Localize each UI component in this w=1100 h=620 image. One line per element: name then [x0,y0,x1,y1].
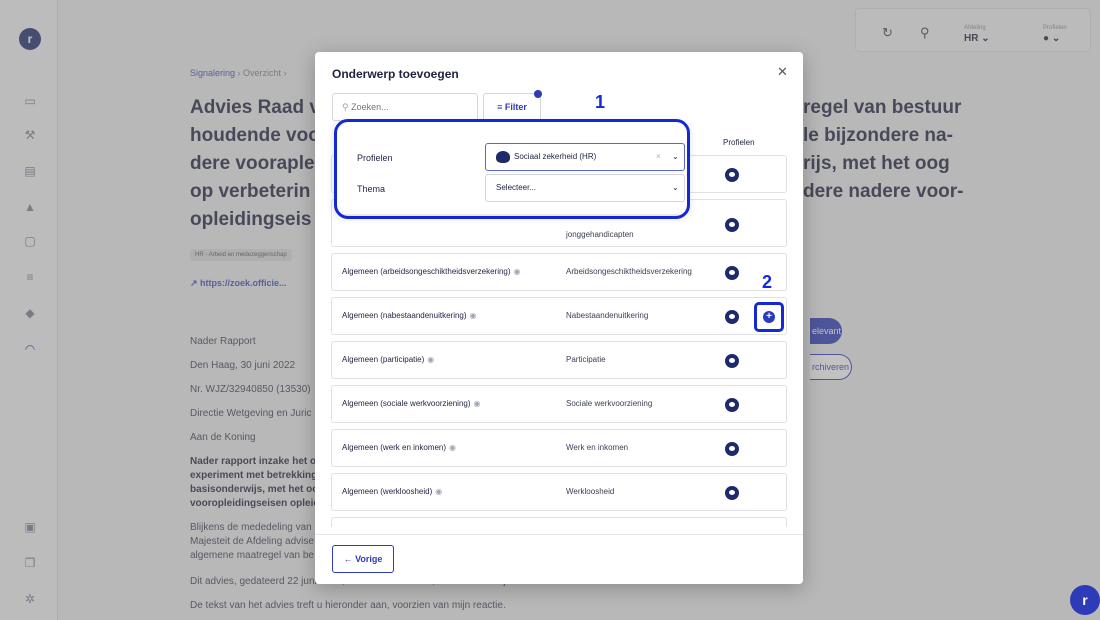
topic-theme: Nabestaandenuitkering [566,311,649,320]
profile-heart-icon[interactable] [725,266,739,280]
list-item[interactable]: Algemeen (participatie) ◉ Participatie [331,341,787,379]
list-item[interactable]: Algemeen (werkloosheid) ◉ Werkloosheid [331,473,787,511]
annotation-label-1: 1 [595,92,606,112]
close-icon[interactable]: ✕ [777,64,788,80]
list-item[interactable]: Algemeen (sociale werkvoorziening) ◉ Soci… [331,385,787,423]
dialog-title: Onderwerp toevoegen [332,67,459,81]
topic-name: Algemeen (arbeidsongeschiktheidsverzeker… [342,267,521,276]
search-icon: ⚲ [342,102,349,112]
add-topic-icon[interactable]: + [763,311,775,323]
previous-button[interactable]: ← Vorige [332,545,394,573]
arrow-left-icon: ← [343,554,353,564]
profile-heart-icon[interactable] [725,168,739,182]
list-item[interactable] [331,517,787,527]
help-chat-button[interactable]: r [1070,585,1100,615]
filter-button[interactable]: ≡ Filter [483,93,541,121]
topic-theme: Sociale werkvoorziening [566,399,653,408]
annotation-box-1 [334,119,690,219]
topic-theme: Participatie [566,355,606,364]
eye-icon[interactable]: ◉ [514,267,521,276]
filter-active-dot [534,90,542,98]
topic-theme: Arbeidsongeschiktheidsverzekering [566,267,692,276]
profile-heart-icon[interactable] [725,486,739,500]
annotation-label-2: 2 [762,272,773,292]
search-input[interactable] [351,102,452,112]
topic-name: Algemeen (sociale werkvoorziening) ◉ [342,399,481,408]
topic-name: Algemeen (werk en inkomen) ◉ [342,443,457,452]
profile-heart-icon[interactable] [725,218,739,232]
list-item[interactable]: Algemeen (arbeidsongeschiktheidsverzeker… [331,253,787,291]
profile-heart-icon[interactable] [725,310,739,324]
eye-icon[interactable]: ◉ [449,443,456,452]
topic-name: Algemeen (werkloosheid) ◉ [342,487,443,496]
topic-name: Algemeen (participatie) ◉ [342,355,435,364]
filter-icon: ≡ [497,102,503,112]
eye-icon[interactable]: ◉ [427,355,434,364]
eye-icon[interactable]: ◉ [474,399,481,408]
list-item[interactable]: Algemeen (nabestaandenuitkering) ◉ Nabest… [331,297,787,335]
eye-icon[interactable]: ◉ [435,487,442,496]
list-item[interactable]: Algemeen (werk en inkomen) ◉ Werk en inko… [331,429,787,467]
profile-heart-icon[interactable] [725,354,739,368]
eye-icon[interactable]: ◉ [470,311,477,320]
profile-heart-icon[interactable] [725,398,739,412]
profielen-column-header: Profielen [723,138,755,147]
annotation-box-2: + [754,302,784,332]
topic-theme: Werkloosheid [566,487,615,496]
topic-theme: Werk en inkomen [566,443,629,452]
profile-heart-icon[interactable] [725,442,739,456]
dialog-footer-divider [315,534,803,535]
search-field[interactable]: ⚲ [332,93,478,121]
topic-name: Algemeen (nabestaandenuitkering) ◉ [342,311,477,320]
